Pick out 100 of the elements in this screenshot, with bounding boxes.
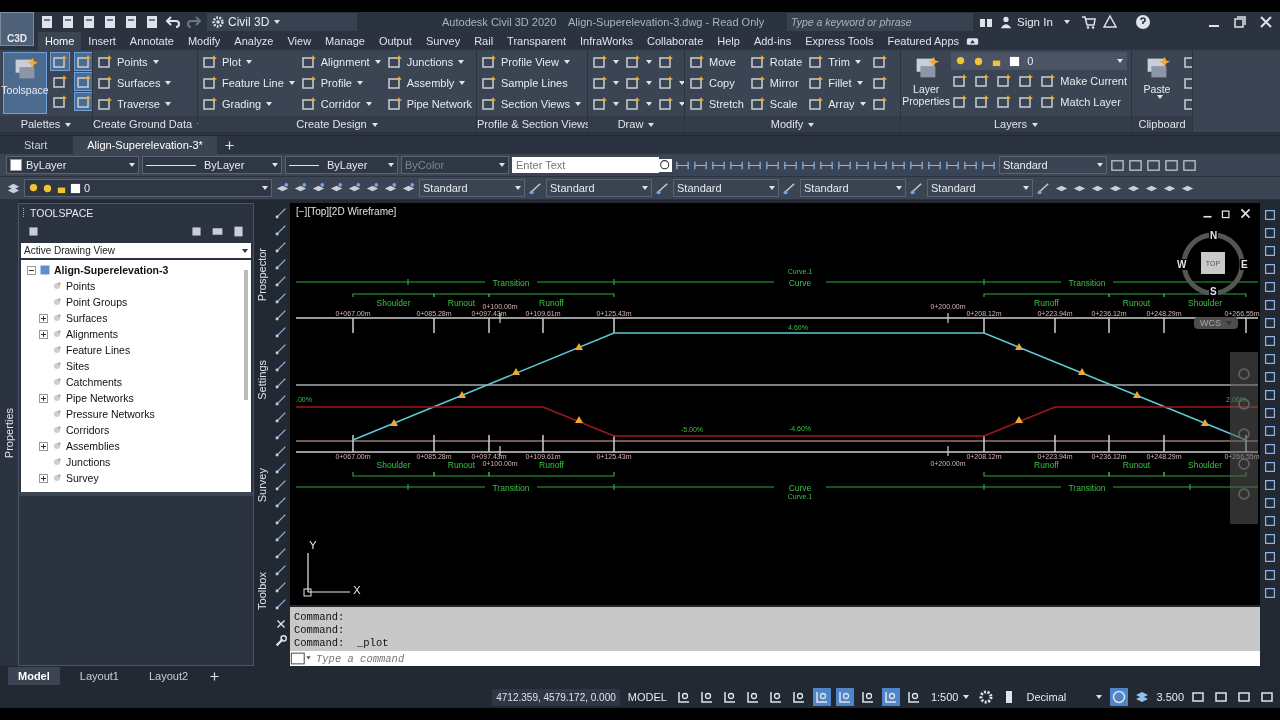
quick-access-icon[interactable] bbox=[60, 14, 76, 30]
ribbon-button[interactable]: Move bbox=[688, 52, 745, 72]
redo-icon[interactable] bbox=[186, 14, 202, 30]
dimension-style-dropdown[interactable]: Standard bbox=[999, 156, 1107, 174]
undo-icon[interactable] bbox=[165, 14, 181, 30]
status-toggle-icon[interactable] bbox=[835, 688, 854, 706]
compass-east[interactable]: E bbox=[1240, 259, 1249, 270]
style-dropdown[interactable]: Standard bbox=[800, 179, 906, 197]
caret-icon[interactable] bbox=[1063, 20, 1070, 24]
draw-tool-icon[interactable] bbox=[274, 342, 288, 356]
ribbon-large-button[interactable]: Layer Properties bbox=[904, 52, 949, 114]
ribbon-button[interactable]: Profile bbox=[299, 73, 382, 93]
draw-tool-icon[interactable] bbox=[274, 308, 288, 322]
palette-tab[interactable]: Survey bbox=[256, 468, 268, 503]
text-field[interactable]: Enter Text bbox=[512, 157, 659, 173]
quick-access-icon[interactable] bbox=[144, 14, 160, 30]
ribbon-button[interactable]: Match Layer bbox=[1039, 92, 1128, 112]
panel-title-button[interactable]: Draw bbox=[588, 116, 684, 132]
sun-icon[interactable] bbox=[42, 182, 53, 194]
ribbon-button[interactable] bbox=[74, 52, 92, 71]
layout-tab[interactable]: Layout2 bbox=[138, 667, 199, 685]
style-icon[interactable] bbox=[528, 180, 543, 196]
draw-tool-icon[interactable] bbox=[274, 546, 288, 560]
toolbar-icon[interactable] bbox=[1110, 157, 1125, 173]
linetype-dropdown[interactable]: ByLayer bbox=[142, 156, 282, 174]
ribbon-button[interactable]: Fillet bbox=[807, 73, 867, 93]
draw-tool-icon[interactable] bbox=[274, 257, 288, 271]
sign-in-button[interactable]: Sign In bbox=[999, 15, 1053, 29]
toolspace-icon[interactable] bbox=[190, 224, 203, 238]
tree-item[interactable]: Survey bbox=[66, 472, 99, 484]
workspace-dropdown[interactable]: Civil 3D bbox=[207, 13, 357, 31]
ribbon-button[interactable]: Stretch bbox=[688, 94, 745, 114]
palette-tab[interactable]: Prospector bbox=[256, 248, 268, 302]
lineweight-dropdown[interactable]: ByLayer bbox=[285, 156, 398, 174]
modify-tool-icon[interactable] bbox=[1263, 568, 1277, 582]
draw-tool-icon[interactable] bbox=[274, 410, 288, 424]
quick-access-icon[interactable] bbox=[81, 14, 97, 30]
ribbon-button[interactable]: Traverse bbox=[96, 94, 173, 114]
modify-tool-icon[interactable] bbox=[1263, 298, 1277, 312]
ribbon-button[interactable]: Plot bbox=[201, 52, 296, 72]
draw-tool-icon[interactable] bbox=[274, 359, 288, 373]
modify-tool-icon[interactable] bbox=[1263, 496, 1277, 510]
palette-tab[interactable]: Settings bbox=[256, 360, 268, 400]
tree-item[interactable]: Alignments bbox=[66, 328, 118, 340]
ribbon-button[interactable]: Feature Line bbox=[201, 73, 296, 93]
compass-north[interactable]: N bbox=[1209, 230, 1219, 241]
ribbon-button[interactable]: Surfaces bbox=[96, 73, 173, 93]
style-icon[interactable] bbox=[655, 180, 670, 196]
modify-tool-icon[interactable] bbox=[1263, 262, 1277, 276]
draw-tool-icon[interactable] bbox=[274, 597, 288, 611]
modify-tool-icon[interactable] bbox=[1263, 226, 1277, 240]
style-dropdown[interactable]: Standard bbox=[546, 179, 652, 197]
quick-access-icon[interactable] bbox=[123, 14, 139, 30]
ribbon-button[interactable]: Scale bbox=[748, 94, 804, 114]
toolbar-icon[interactable] bbox=[1128, 157, 1143, 173]
tree-item[interactable]: Corridors bbox=[66, 424, 110, 436]
ribbon-button[interactable]: Alignment bbox=[299, 52, 382, 72]
ribbon-button[interactable]: Sample Lines bbox=[480, 73, 582, 93]
draw-tool-icon[interactable] bbox=[274, 461, 288, 475]
ribbon-button[interactable]: Pipe Network bbox=[385, 94, 476, 114]
style-icon[interactable] bbox=[1036, 180, 1051, 196]
sun-icon[interactable] bbox=[973, 55, 985, 67]
plus-icon[interactable] bbox=[208, 669, 222, 683]
ribbon-tab[interactable]: Add-ins bbox=[746, 32, 799, 50]
ribbon-tab[interactable]: InfraWorks bbox=[573, 32, 640, 50]
quick-access-icon[interactable] bbox=[102, 14, 118, 30]
style-icon[interactable] bbox=[782, 180, 797, 196]
ribbon-button[interactable] bbox=[74, 72, 92, 91]
model-space-button[interactable]: MODEL bbox=[624, 689, 670, 705]
tree-item[interactable]: Pressure Networks bbox=[66, 408, 155, 420]
draw-tool-icon[interactable] bbox=[274, 444, 288, 458]
collapse-toggle[interactable] bbox=[27, 265, 36, 275]
modify-tool-icon[interactable] bbox=[1263, 460, 1277, 474]
ucs-dropdown[interactable]: WCS bbox=[1194, 317, 1238, 329]
bulb-icon[interactable] bbox=[955, 55, 967, 67]
ribbon-button[interactable]: Copy bbox=[688, 73, 745, 93]
quick-access-icon[interactable] bbox=[39, 14, 55, 30]
search-icon[interactable] bbox=[659, 158, 672, 172]
file-tab[interactable]: Align-Superelevation-3* bbox=[73, 136, 217, 154]
restore-icon[interactable] bbox=[1220, 207, 1233, 220]
panel-title-button[interactable]: Create Ground Data bbox=[93, 116, 197, 132]
tree-item[interactable]: Points bbox=[66, 280, 96, 292]
modify-tool-icon[interactable] bbox=[1263, 514, 1277, 528]
close-icon[interactable] bbox=[1258, 14, 1274, 30]
modify-tool-icon[interactable] bbox=[1263, 532, 1277, 546]
ribbon-button[interactable]: Array bbox=[807, 94, 867, 114]
command-input[interactable]: Type a command bbox=[312, 651, 1260, 666]
style-dropdown[interactable]: Standard bbox=[419, 179, 525, 197]
ribbon-tab[interactable]: Modify bbox=[180, 32, 228, 50]
panel-title-button[interactable]: Layers bbox=[901, 116, 1131, 132]
expand-toggle[interactable] bbox=[39, 473, 48, 483]
draw-tool-icon[interactable] bbox=[274, 206, 288, 220]
tree-item[interactable]: Assemblies bbox=[66, 440, 120, 452]
expand-toggle[interactable] bbox=[39, 441, 48, 451]
ribbon-tab[interactable]: Survey bbox=[418, 32, 468, 50]
draw-tool-icon[interactable] bbox=[274, 512, 288, 526]
ribbon-button[interactable]: Profile View bbox=[480, 52, 582, 72]
ribbon-tab[interactable]: Collaborate bbox=[640, 32, 711, 50]
compass-south[interactable]: S bbox=[1209, 286, 1218, 297]
tree-item[interactable]: Sites bbox=[66, 360, 90, 372]
